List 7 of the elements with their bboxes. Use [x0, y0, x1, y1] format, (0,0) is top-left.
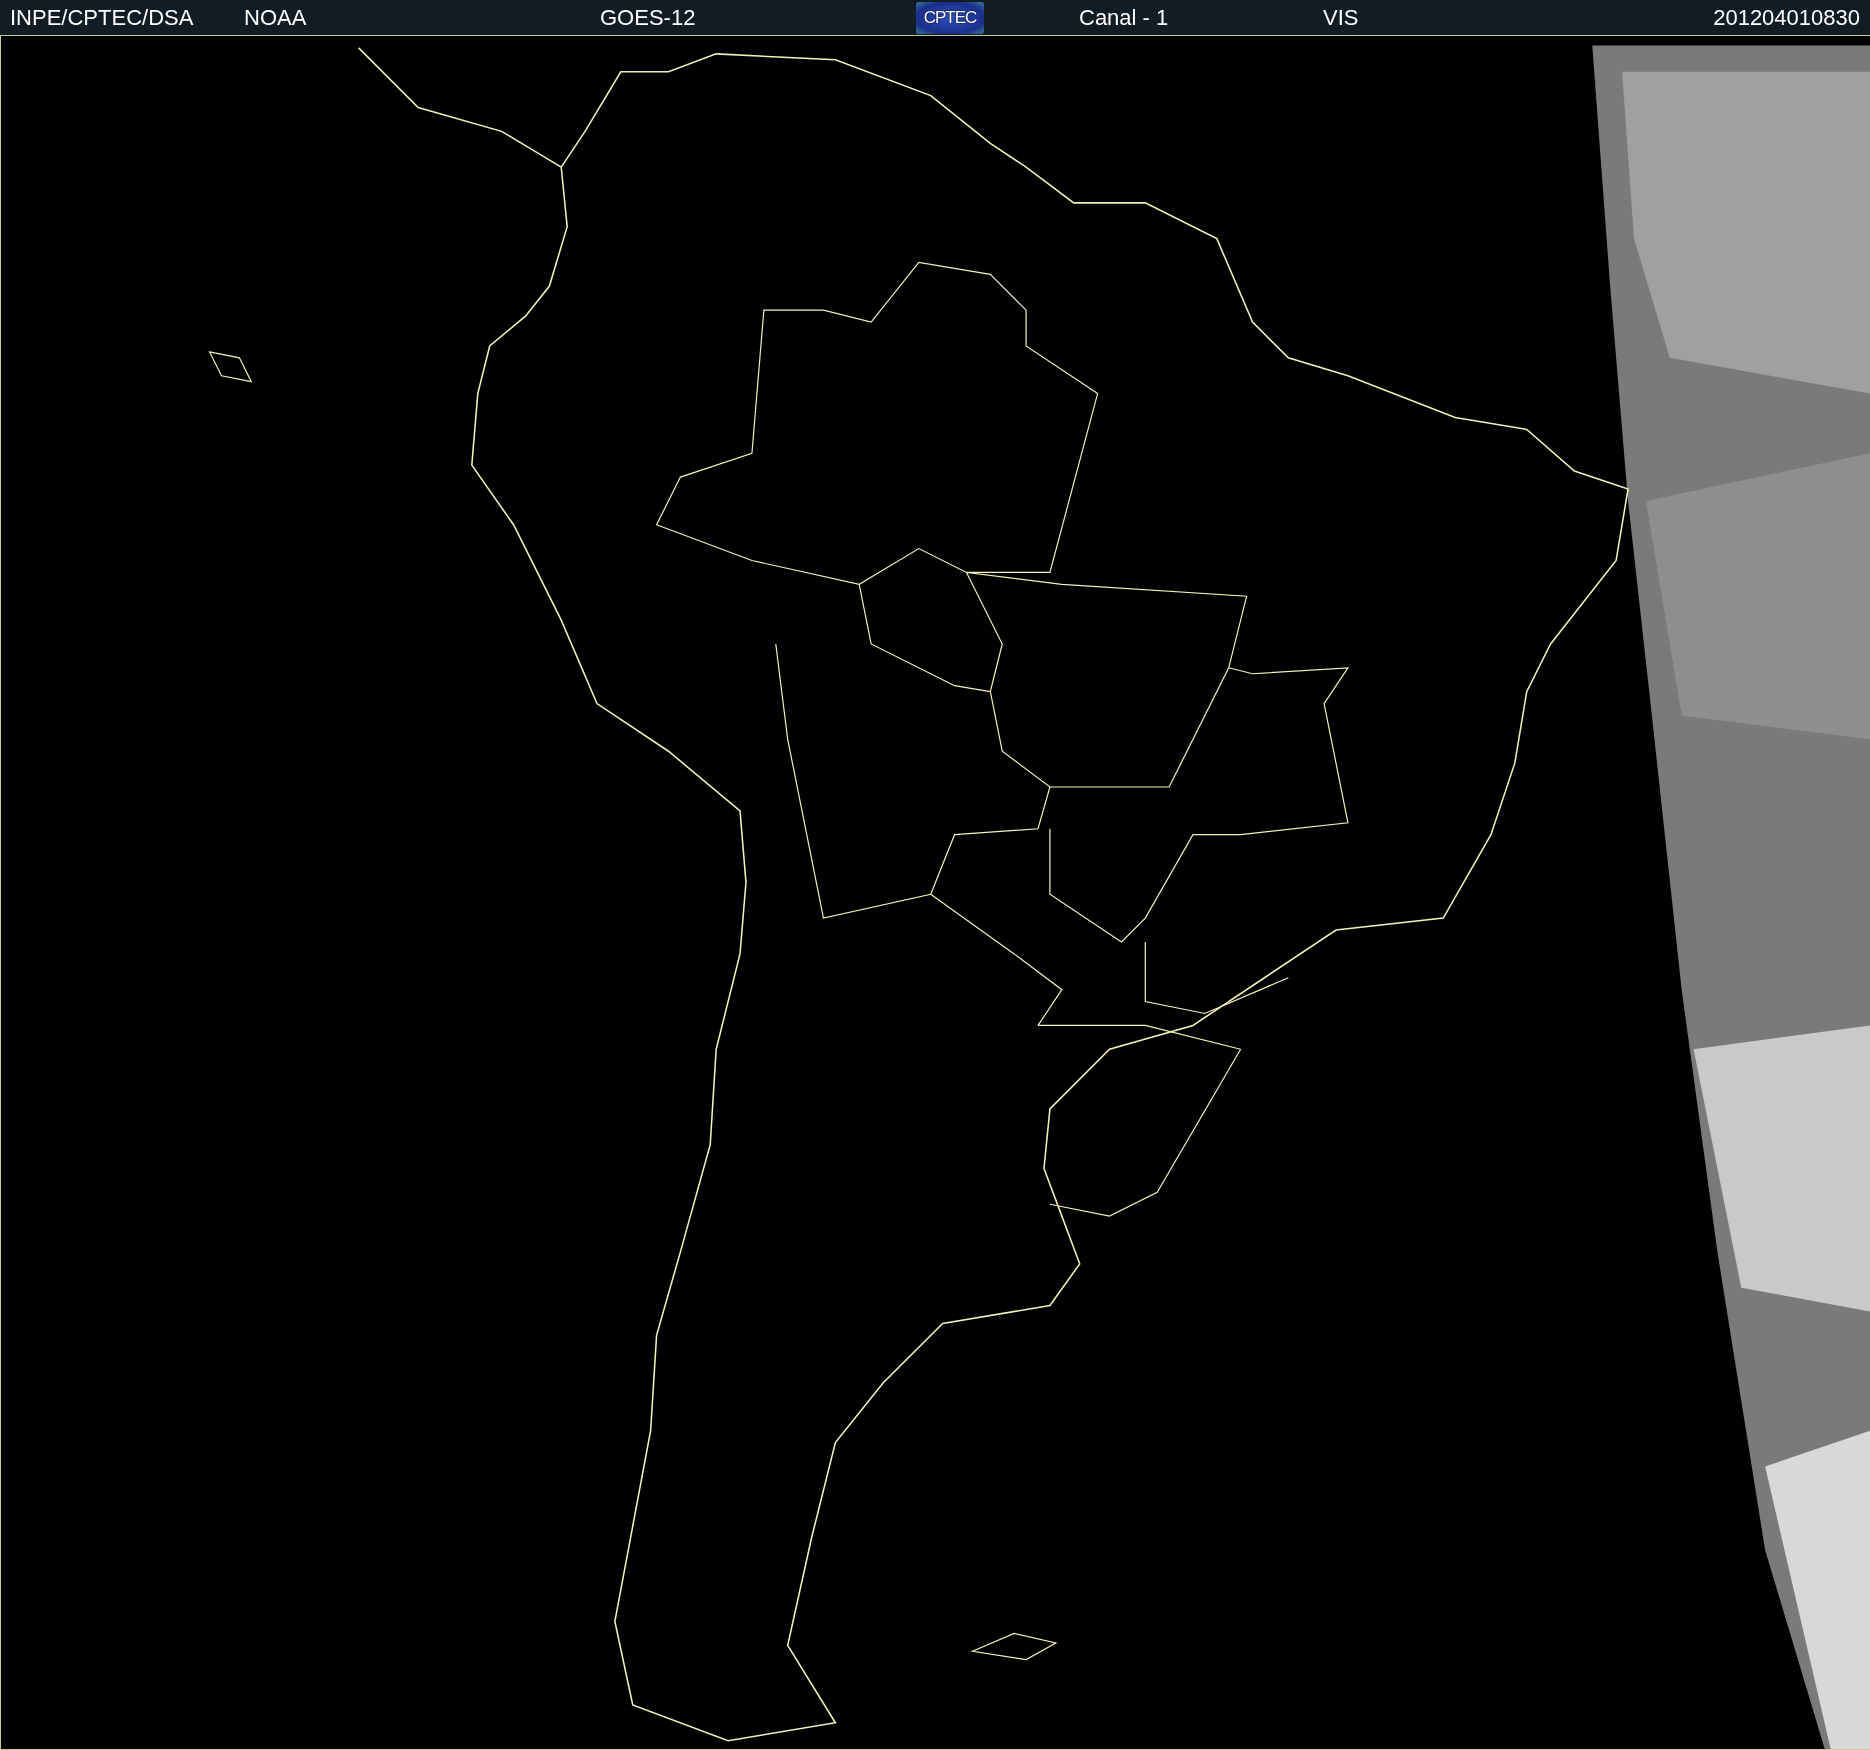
header-label: NOAA: [244, 4, 307, 31]
header-label: INPE/CPTEC/DSA: [10, 4, 194, 31]
header-label: GOES-12: [600, 4, 696, 31]
logo: CPTEC: [916, 1, 984, 34]
header-label: VIS: [1323, 4, 1359, 31]
timestamp-label: 201204010830: [1713, 4, 1860, 31]
header-label: Canal - 1: [1079, 4, 1169, 31]
